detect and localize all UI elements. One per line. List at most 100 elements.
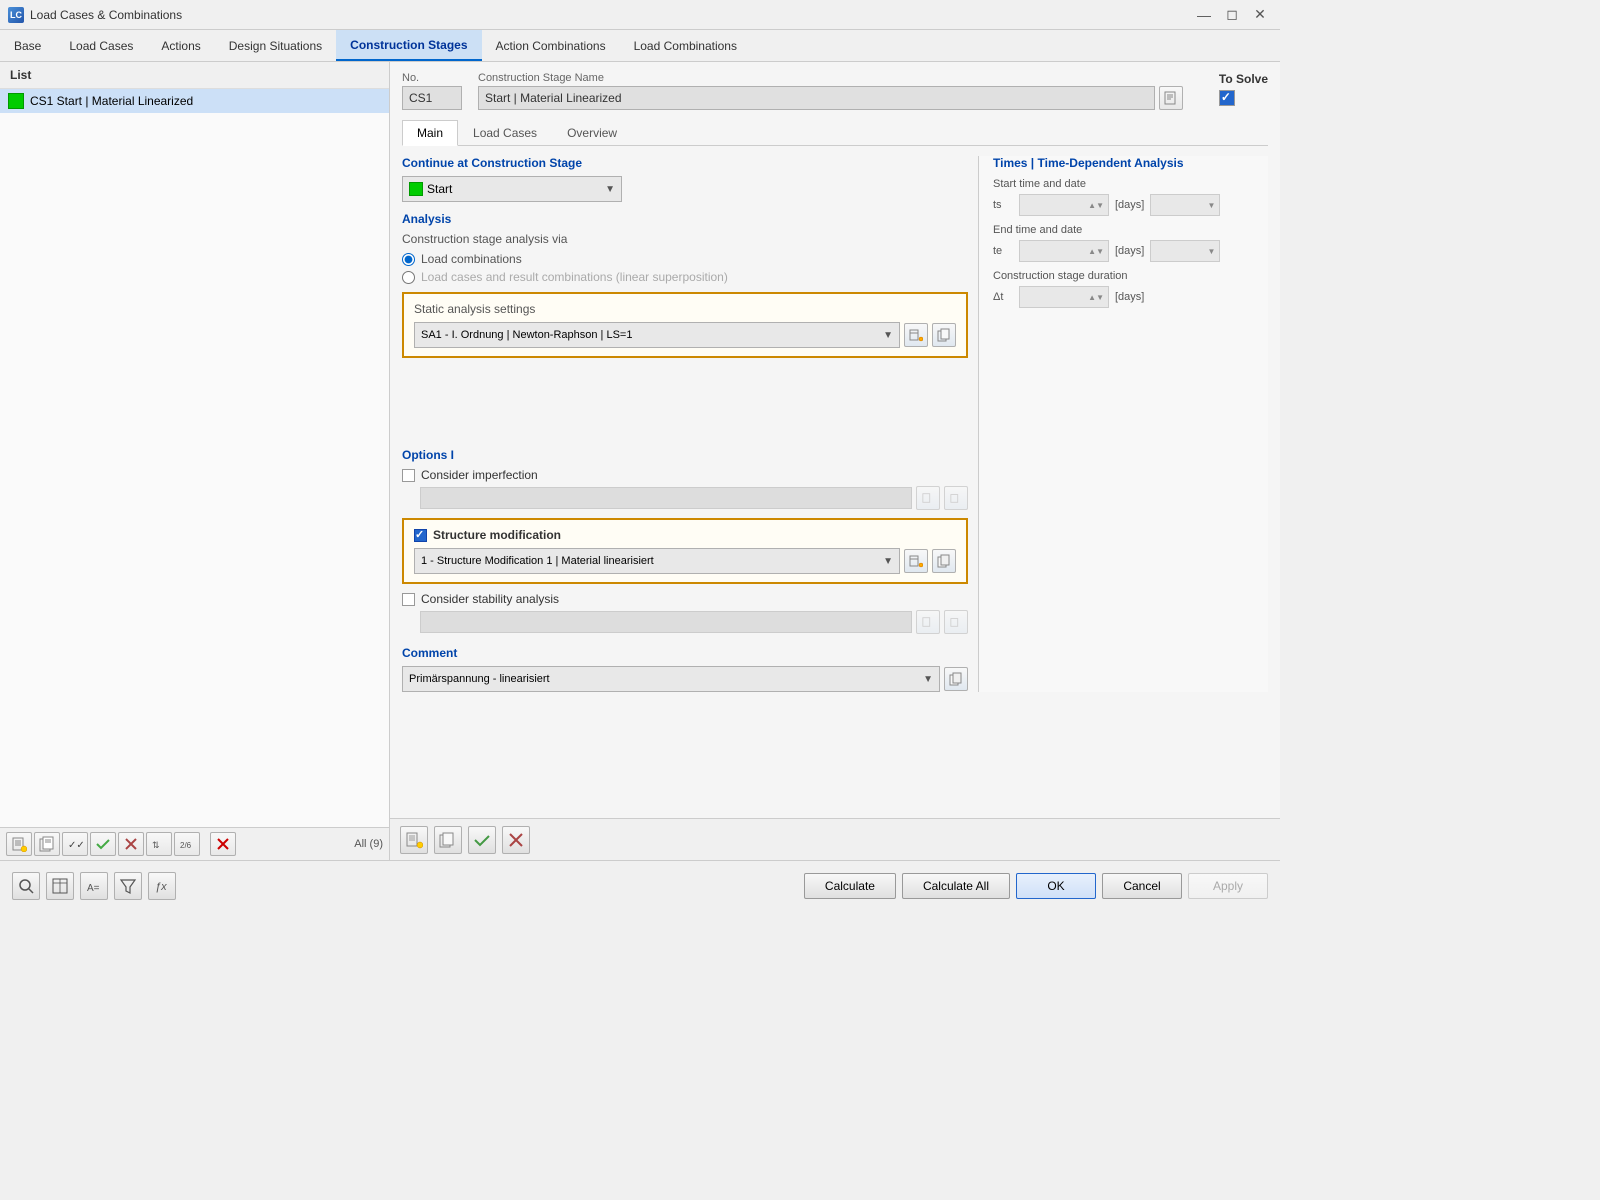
continue-dropdown[interactable]: Start ▼: [402, 176, 622, 202]
continue-value: Start: [427, 182, 452, 196]
radio-load-cases[interactable]: [402, 271, 415, 284]
toolbar-uncheck-all-btn[interactable]: [502, 826, 530, 854]
analysis-subtitle: Construction stage analysis via: [402, 232, 968, 246]
edit-name-button[interactable]: [1159, 86, 1183, 110]
no-input[interactable]: [402, 86, 462, 110]
footer-table-btn[interactable]: [46, 872, 74, 900]
static-analysis-dropdown[interactable]: SA1 - I. Ordnung | Newton-Raphson | LS=1…: [414, 322, 900, 348]
to-solve-checkbox[interactable]: [1219, 90, 1235, 106]
stability-edit-btn[interactable]: [916, 610, 940, 634]
menu-load-combinations[interactable]: Load Combinations: [620, 30, 751, 61]
table-edit-icon: [909, 328, 923, 342]
delete-button[interactable]: [210, 832, 236, 856]
footer-formula-btn[interactable]: ƒx: [148, 872, 176, 900]
menu-design-situations[interactable]: Design Situations: [215, 30, 336, 61]
spacer: [402, 368, 968, 448]
name-input[interactable]: [478, 86, 1155, 110]
right-panel: No. Construction Stage Name: [390, 62, 1280, 860]
tab-main[interactable]: Main: [402, 120, 458, 146]
close-button[interactable]: ✕: [1248, 5, 1272, 25]
static-analysis-copy-button[interactable]: [932, 323, 956, 347]
menu-base[interactable]: Base: [0, 30, 55, 61]
table-icon: [51, 877, 69, 895]
check-button[interactable]: [90, 832, 116, 856]
svg-text:2/6: 2/6: [180, 841, 192, 850]
times-title: Times | Time-Dependent Analysis: [993, 156, 1268, 170]
svg-text:A=: A=: [87, 883, 100, 894]
svg-text:⇅: ⇅: [152, 840, 160, 850]
tab-load-cases[interactable]: Load Cases: [458, 120, 552, 146]
left-col: Continue at Construction Stage Start ▼: [402, 156, 978, 692]
copy-icon: [937, 554, 951, 568]
copy-icon-xs: [950, 616, 962, 628]
new-icon: [11, 836, 27, 852]
right-panel-toolbar: [390, 818, 1280, 860]
check-all-icon: [473, 831, 491, 849]
tab-overview[interactable]: Overview: [552, 120, 632, 146]
rename-button[interactable]: ✓✓: [62, 832, 88, 856]
continue-title: Continue at Construction Stage: [402, 156, 968, 170]
menu-actions[interactable]: Actions: [147, 30, 214, 61]
to-solve-label: To Solve: [1219, 72, 1268, 86]
structure-mod-value: 1 - Structure Modification 1 | Material …: [421, 555, 654, 567]
te-spinner[interactable]: ▲▼: [1088, 247, 1104, 256]
uncheck-button[interactable]: [118, 832, 144, 856]
svg-text:ƒx: ƒx: [155, 881, 167, 893]
structure-mod-checkbox[interactable]: [414, 529, 427, 542]
titlebar: LC Load Cases & Combinations — ◻ ✕: [0, 0, 1280, 30]
menubar: Base Load Cases Actions Design Situation…: [0, 30, 1280, 62]
copy-button[interactable]: [34, 832, 60, 856]
sort-button[interactable]: ⇅: [146, 832, 172, 856]
footer: A= ƒx Calculate Calculate All OK Cancel …: [0, 860, 1280, 910]
stability-section: Consider stability analysis: [402, 592, 968, 634]
comment-dropdown[interactable]: Primärspannung - linearisiert ▼: [402, 666, 940, 692]
structure-mod-dropdown[interactable]: 1 - Structure Modification 1 | Material …: [414, 548, 900, 574]
new-button[interactable]: [6, 832, 32, 856]
menu-load-cases[interactable]: Load Cases: [55, 30, 147, 61]
edit-icon: [1164, 91, 1178, 105]
delta-spinner[interactable]: ▲▼: [1088, 293, 1104, 302]
ts-row: ts ▲▼ [days] ▼: [993, 194, 1268, 216]
maximize-button[interactable]: ◻: [1220, 5, 1244, 25]
number-button[interactable]: 2/6: [174, 832, 200, 856]
menu-action-combinations[interactable]: Action Combinations: [482, 30, 620, 61]
ts-input[interactable]: ▲▼: [1019, 194, 1109, 216]
te-input[interactable]: ▲▼: [1019, 240, 1109, 262]
minimize-button[interactable]: —: [1192, 5, 1216, 25]
footer-search-btn[interactable]: [12, 872, 40, 900]
calculate-button[interactable]: Calculate: [804, 873, 896, 899]
stability-copy-btn[interactable]: [944, 610, 968, 634]
footer-filter-btn[interactable]: [114, 872, 142, 900]
te-unit-dropdown[interactable]: ▼: [1150, 240, 1220, 262]
imperfection-copy-btn[interactable]: [944, 486, 968, 510]
ts-spinner[interactable]: ▲▼: [1088, 201, 1104, 210]
cancel-button[interactable]: Cancel: [1102, 873, 1182, 899]
toolbar-check-all-btn[interactable]: [468, 826, 496, 854]
footer-left-icons: A= ƒx: [12, 872, 176, 900]
table-icon: [909, 554, 923, 568]
imperfection-checkbox[interactable]: [402, 469, 415, 482]
toolbar-copy-btn[interactable]: [434, 826, 462, 854]
end-time-label: End time and date: [993, 224, 1268, 236]
ts-unit-dropdown[interactable]: ▼: [1150, 194, 1220, 216]
list-toolbar: ✓✓ ⇅: [0, 827, 389, 860]
calculate-all-button[interactable]: Calculate All: [902, 873, 1010, 899]
structure-mod-dropdown-row: 1 - Structure Modification 1 | Material …: [414, 548, 956, 574]
toolbar-new-btn[interactable]: [400, 826, 428, 854]
ok-button[interactable]: OK: [1016, 873, 1096, 899]
structure-mod-copy-btn[interactable]: [932, 549, 956, 573]
footer-result-btn[interactable]: A=: [80, 872, 108, 900]
radio-load-combinations[interactable]: [402, 253, 415, 266]
comment-copy-btn[interactable]: [944, 667, 968, 691]
apply-button[interactable]: Apply: [1188, 873, 1268, 899]
delta-row: Δt ▲▼ [days]: [993, 286, 1268, 308]
structure-mod-edit-btn[interactable]: [904, 549, 928, 573]
edit-icon-sm: [922, 616, 934, 628]
delta-input[interactable]: ▲▼: [1019, 286, 1109, 308]
stability-checkbox[interactable]: [402, 593, 415, 606]
list-item[interactable]: CS1 Start | Material Linearized: [0, 89, 389, 113]
menu-construction-stages[interactable]: Construction Stages: [336, 30, 481, 61]
static-analysis-edit-button[interactable]: [904, 323, 928, 347]
imperfection-edit-btn[interactable]: [916, 486, 940, 510]
structure-modification-box: Structure modification 1 - Structure Mod…: [402, 518, 968, 584]
